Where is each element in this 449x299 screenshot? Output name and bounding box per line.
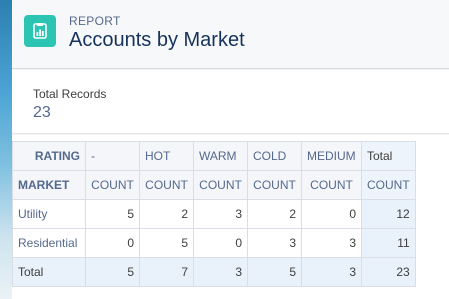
count-subheader: COUNT: [247, 170, 302, 200]
table-cell[interactable]: 0: [193, 228, 248, 258]
row-label[interactable]: Utility: [12, 199, 86, 229]
table-cell[interactable]: 2: [139, 199, 194, 229]
table-row: Utility 5 2 3 2 0 12: [12, 199, 416, 229]
summary-panel: Total Records 23: [12, 70, 449, 134]
count-subheader: COUNT: [361, 170, 416, 200]
subheader-row: MARKET COUNT COUNT COUNT COUNT COUNT COU…: [12, 170, 416, 200]
column-header[interactable]: -: [85, 141, 140, 171]
column-total-cell[interactable]: 5: [85, 257, 140, 287]
grand-total-label: Total: [12, 257, 86, 287]
market-grouping-label[interactable]: MARKET: [12, 170, 86, 200]
row-total-cell[interactable]: 11: [361, 228, 416, 258]
table-cell[interactable]: 3: [193, 199, 248, 229]
column-header[interactable]: HOT: [139, 141, 194, 171]
total-records-label: Total Records: [33, 87, 107, 101]
row-label[interactable]: Residential: [12, 228, 86, 258]
count-subheader: COUNT: [139, 170, 194, 200]
matrix-table: RATING - HOT WARM COLD MEDIUM Total MARK…: [12, 141, 416, 287]
table-cell[interactable]: 2: [247, 199, 302, 229]
column-header[interactable]: MEDIUM: [301, 141, 362, 171]
count-subheader: COUNT: [85, 170, 140, 200]
table-cell[interactable]: 5: [139, 228, 194, 258]
table-cell[interactable]: 3: [301, 228, 362, 258]
count-subheader: COUNT: [193, 170, 248, 200]
table-cell[interactable]: 0: [301, 199, 362, 229]
column-total-cell[interactable]: 3: [301, 257, 362, 287]
page-title: Accounts by Market: [69, 29, 245, 51]
column-total-cell[interactable]: 7: [139, 257, 194, 287]
background-decoration: [0, 0, 12, 299]
total-records-value: 23: [33, 104, 51, 121]
grand-total-cell[interactable]: 23: [361, 257, 416, 287]
column-group-header-row: RATING - HOT WARM COLD MEDIUM Total: [12, 141, 416, 171]
report-content: RATING - HOT WARM COLD MEDIUM Total MARK…: [12, 135, 449, 299]
column-header[interactable]: COLD: [247, 141, 302, 171]
column-header[interactable]: WARM: [193, 141, 248, 171]
column-total-cell[interactable]: 5: [247, 257, 302, 287]
count-subheader: COUNT: [301, 170, 362, 200]
page-eyebrow: REPORT: [69, 14, 121, 28]
table-row: Residential 0 5 0 3 3 11: [12, 228, 416, 258]
row-total-cell[interactable]: 12: [361, 199, 416, 229]
report-icon: [24, 15, 56, 47]
total-column-header: Total: [361, 141, 416, 171]
column-total-cell[interactable]: 3: [193, 257, 248, 287]
rating-grouping-label[interactable]: RATING: [12, 141, 86, 171]
report-header: REPORT Accounts by Market: [12, 0, 449, 69]
table-cell[interactable]: 5: [85, 199, 140, 229]
table-cell[interactable]: 0: [85, 228, 140, 258]
table-cell[interactable]: 3: [247, 228, 302, 258]
grand-total-row: Total 5 7 3 5 3 23: [12, 257, 416, 287]
